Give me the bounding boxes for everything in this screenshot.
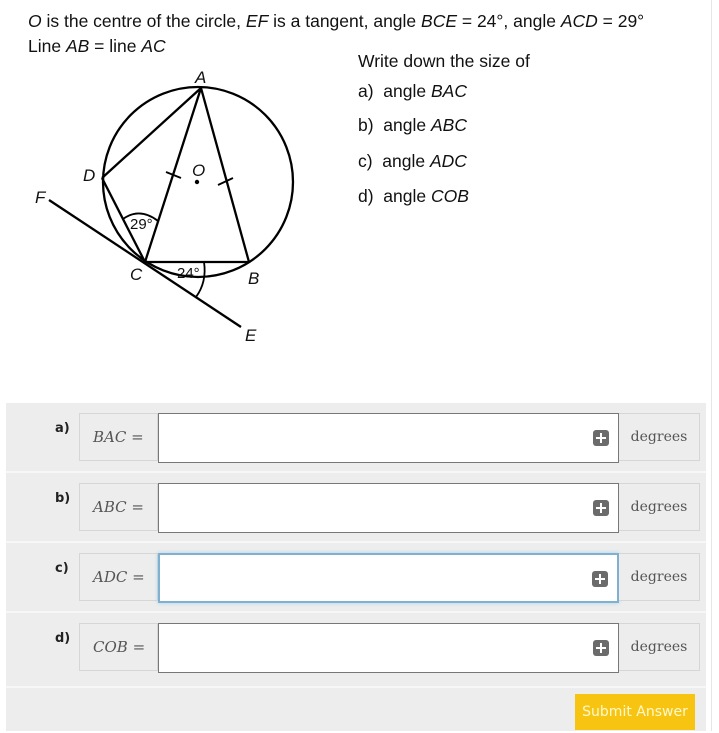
input-prefix: ADC =	[79, 553, 158, 601]
task-item: d) angle COB	[358, 186, 469, 207]
page-edge-divider	[711, 0, 712, 731]
input-prefix: COB =	[79, 623, 158, 671]
math-variable: BCE	[421, 11, 457, 31]
statement-text: = line	[89, 36, 142, 56]
angle-name: BAC	[430, 81, 467, 101]
problem-statement-line-2: Line AB = line AC	[28, 36, 166, 57]
angle-name: COB	[430, 186, 469, 206]
task-text: a) angle	[358, 81, 431, 101]
answer-row-a: a) BAC = degrees	[6, 403, 706, 471]
answer-row-d: d) COB = degrees	[6, 611, 706, 681]
angle-acd-label: 29°	[130, 216, 153, 233]
plus-square-icon[interactable]	[593, 640, 609, 656]
answer-field-wrapper	[158, 553, 619, 603]
math-variable: ACD	[560, 11, 598, 31]
label-c: C	[130, 265, 143, 284]
label-a: A	[194, 68, 206, 87]
input-prefix: ABC =	[79, 483, 158, 531]
submit-answer-button[interactable]: Submit Answer	[575, 694, 695, 730]
statement-text: Line	[28, 36, 66, 56]
task-heading: Write down the size of	[358, 51, 530, 71]
label-d: D	[83, 166, 95, 185]
label-b: B	[248, 269, 259, 288]
statement-text: = 24°, angle	[457, 11, 561, 31]
input-prefix: BAC =	[79, 413, 158, 461]
row-label: c)	[55, 561, 69, 576]
plus-square-icon[interactable]	[593, 500, 609, 516]
circle-geometry-diagram: A D F O C B E 29° 24°	[35, 68, 295, 345]
input-suffix: degrees	[619, 483, 700, 531]
answer-input-cob[interactable]	[159, 624, 579, 672]
task-text: d) angle	[358, 186, 431, 206]
math-variable: O	[28, 11, 42, 31]
line-ab	[199, 87, 251, 263]
answer-field-wrapper	[158, 623, 619, 673]
statement-text: = 29°	[597, 11, 645, 31]
statement-text: is a tangent, angle	[268, 11, 422, 31]
input-suffix: degrees	[619, 553, 700, 601]
answer-input-abc[interactable]	[159, 484, 579, 532]
task-text: c) angle	[358, 151, 430, 171]
row-label: d)	[55, 631, 71, 646]
math-variable: AB	[65, 36, 90, 56]
task-item: a) angle BAC	[358, 81, 467, 102]
answer-row-b: b) ABC = degrees	[6, 471, 706, 541]
answer-field-wrapper	[158, 413, 619, 463]
plus-square-icon[interactable]	[592, 571, 608, 587]
angle-bce-label: 24°	[177, 265, 200, 282]
task-item: c) angle ADC	[358, 151, 467, 172]
answer-input-bac[interactable]	[159, 414, 579, 462]
label-f: F	[35, 188, 47, 207]
angle-name: ADC	[429, 151, 467, 171]
task-item: b) angle ABC	[358, 115, 467, 136]
task-text: b) angle	[358, 115, 431, 135]
answer-field-wrapper	[158, 483, 619, 533]
row-label: a)	[55, 421, 70, 436]
submit-row: Submit Answer	[6, 686, 706, 733]
plus-square-icon[interactable]	[593, 430, 609, 446]
math-variable: EF	[245, 11, 269, 31]
answer-panel: a) BAC = degrees b) ABC = degrees c) ADC…	[6, 403, 706, 731]
centre-point	[194, 179, 200, 185]
answer-row-c: c) ADC = degrees	[6, 541, 706, 611]
answer-input-adc[interactable]	[160, 555, 580, 601]
angle-name: ABC	[430, 115, 467, 135]
label-e: E	[245, 326, 257, 345]
math-variable: AC	[141, 36, 166, 56]
input-suffix: degrees	[619, 623, 700, 671]
label-o: O	[192, 161, 205, 180]
input-suffix: degrees	[619, 413, 700, 461]
problem-statement-line-1: O is the centre of the circle, EF is a t…	[28, 11, 644, 32]
statement-text: is the centre of the circle,	[41, 11, 246, 31]
row-label: b)	[55, 491, 71, 506]
